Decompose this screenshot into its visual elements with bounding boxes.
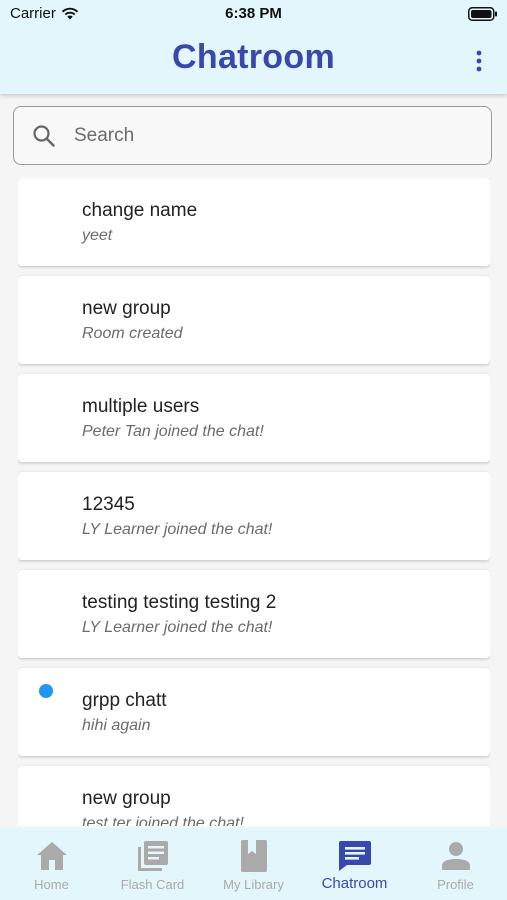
search-input[interactable]: [72, 117, 476, 155]
chatroom-list: change name yeet new group Room created mult…: [18, 178, 490, 826]
chatroom-last-message: test ter joined the chat!: [82, 815, 244, 826]
search-icon: [33, 125, 55, 147]
chatroom-name: multiple users: [82, 396, 200, 417]
chatroom-name: grpp chatt: [82, 690, 167, 711]
chatroom-last-message: Room created: [82, 325, 183, 342]
library-books-icon: [137, 841, 168, 871]
tab-label: Home: [34, 877, 69, 892]
tab-label: My Library: [223, 877, 284, 892]
chatroom-last-message: Peter Tan joined the chat!: [82, 423, 264, 440]
chatroom-name: 12345: [82, 494, 135, 515]
status-bar: Carrier 6:38 PM: [0, 0, 507, 28]
chat-icon: [338, 841, 371, 871]
app-header: Carrier 6:38 PM Chatroom: [0, 0, 507, 94]
chatroom-item[interactable]: multiple users Peter Tan joined the chat!: [18, 374, 490, 462]
chatroom-name: change name: [82, 200, 198, 221]
status-time: 6:38 PM: [225, 5, 282, 22]
more-vert-icon: [476, 50, 482, 72]
tab-label: Chatroom: [321, 875, 388, 892]
chatroom-last-message: hihi again: [82, 717, 151, 734]
book-icon: [240, 840, 267, 872]
tab-my-library[interactable]: My Library: [203, 828, 304, 900]
chatroom-last-message: LY Learner joined the chat!: [82, 521, 273, 538]
tab-chatroom[interactable]: Chatroom: [304, 828, 405, 900]
tab-profile[interactable]: Profile: [405, 828, 506, 900]
chatroom-item[interactable]: change name yeet: [18, 178, 490, 266]
tab-label: Profile: [437, 877, 474, 892]
home-icon: [36, 842, 67, 870]
chatroom-name: new group: [82, 298, 171, 319]
chatroom-last-message: yeet: [82, 227, 113, 244]
chatroom-item[interactable]: new group Room created: [18, 276, 490, 364]
chatroom-last-message: LY Learner joined the chat!: [82, 619, 273, 636]
chatroom-item[interactable]: 12345 LY Learner joined the chat!: [18, 472, 490, 560]
chatroom-item[interactable]: grpp chatt hihi again: [18, 668, 490, 756]
search-box[interactable]: [13, 106, 492, 165]
unread-indicator: [39, 684, 53, 698]
chatroom-item[interactable]: new group test ter joined the chat!: [18, 766, 490, 826]
chatroom-item[interactable]: testing testing testing 2 LY Learner join…: [18, 570, 490, 658]
tab-label: Flash Card: [120, 877, 185, 892]
tab-home[interactable]: Home: [1, 828, 102, 900]
chatroom-name: testing testing testing 2: [82, 592, 277, 613]
chatroom-name: new group: [82, 788, 171, 809]
page-title: Chatroom: [172, 38, 335, 76]
battery-icon: [468, 7, 497, 21]
person-icon: [441, 842, 470, 870]
more-options-button[interactable]: [467, 47, 491, 75]
tab-flash-card[interactable]: Flash Card: [102, 828, 203, 900]
bottom-tab-bar: Home Flash Card My Library Chatroom Prof…: [0, 828, 507, 900]
